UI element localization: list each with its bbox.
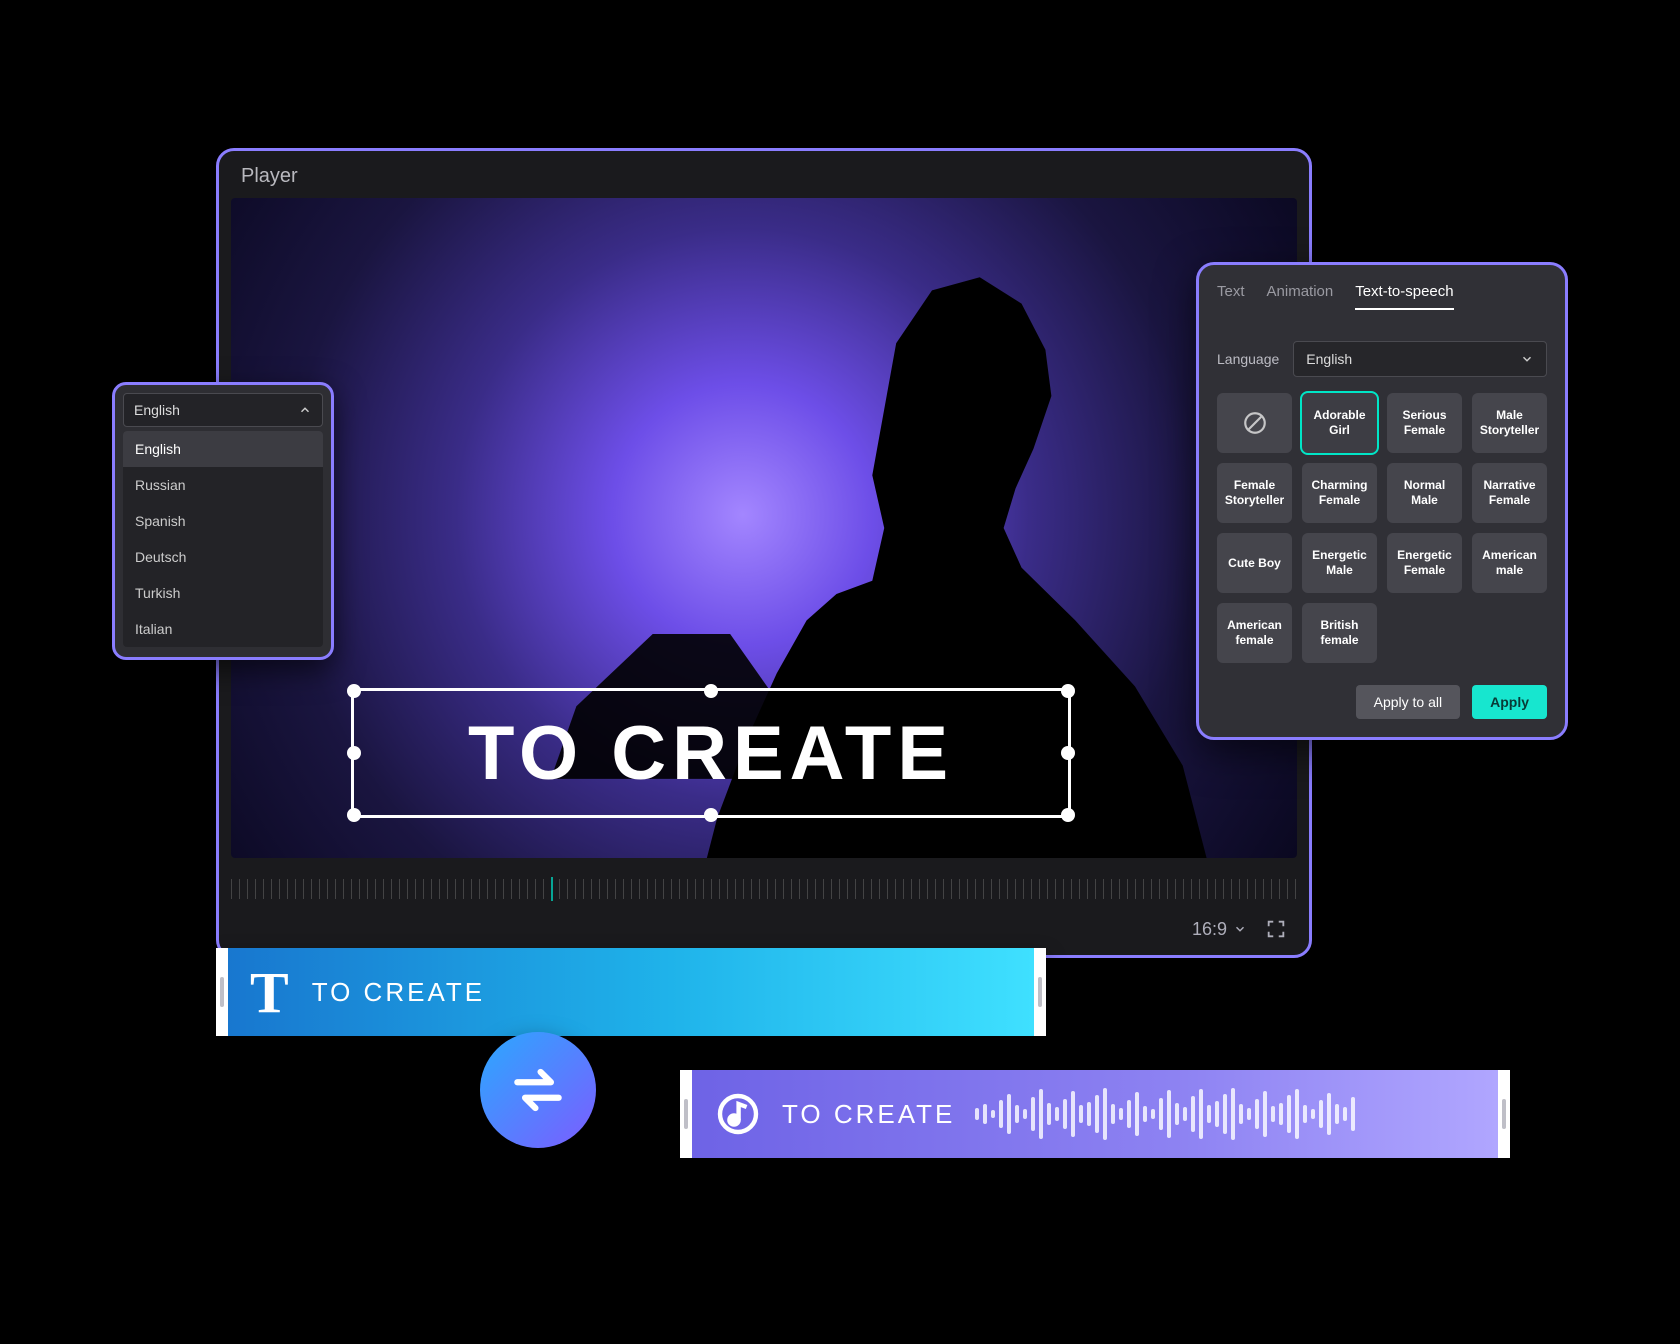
language-select-value: English [134, 402, 180, 418]
voice-female-storyteller[interactable]: Female Storyteller [1217, 463, 1292, 523]
audio-clip[interactable]: TO CREATE [680, 1070, 1510, 1158]
player-title: Player [219, 151, 1309, 198]
music-note-icon [714, 1090, 762, 1138]
language-option-turkish[interactable]: Turkish [123, 575, 323, 611]
voice-charming-female[interactable]: Charming Female [1302, 463, 1377, 523]
timeline-ruler[interactable] [231, 879, 1297, 899]
resize-handle-bl[interactable] [347, 808, 361, 822]
clip-grip-left[interactable] [216, 948, 228, 1036]
chevron-down-icon [1233, 922, 1247, 936]
language-select[interactable]: English [123, 393, 323, 427]
overlay-text: TO CREATE [354, 691, 1068, 815]
tts-tabs: Text Animation Text-to-speech [1217, 283, 1547, 323]
video-preview[interactable]: TO CREATE [231, 198, 1297, 858]
resize-handle-tl[interactable] [347, 684, 361, 698]
resize-handle-tm[interactable] [704, 684, 718, 698]
clip-grip-right[interactable] [1498, 1070, 1510, 1158]
language-option-italian[interactable]: Italian [123, 611, 323, 647]
resize-handle-rm[interactable] [1061, 746, 1075, 760]
waveform [975, 1087, 1476, 1141]
voice-energetic-female[interactable]: Energetic Female [1387, 533, 1462, 593]
voice-energetic-male[interactable]: Energetic Male [1302, 533, 1377, 593]
audio-clip-label: TO CREATE [782, 1099, 955, 1130]
voice-british-female[interactable]: British female [1302, 603, 1377, 663]
swap-badge[interactable] [480, 1032, 596, 1148]
player-window: Player TO CREATE 16:9 [216, 148, 1312, 958]
language-option-russian[interactable]: Russian [123, 467, 323, 503]
text-icon: T [250, 959, 292, 1026]
voice-male-storyteller[interactable]: Male Storyteller [1472, 393, 1547, 453]
voice-narrative-female[interactable]: Narrative Female [1472, 463, 1547, 523]
text-clip[interactable]: T TO CREATE [216, 948, 1046, 1036]
fullscreen-button[interactable] [1265, 918, 1287, 940]
resize-handle-lm[interactable] [347, 746, 361, 760]
voice-none[interactable] [1217, 393, 1292, 453]
tab-text[interactable]: Text [1217, 283, 1245, 310]
tts-panel: Text Animation Text-to-speech Language E… [1196, 262, 1568, 740]
fullscreen-icon [1265, 918, 1287, 940]
voice-cute-boy[interactable]: Cute Boy [1217, 533, 1292, 593]
none-icon [1242, 410, 1268, 436]
voice-serious-female[interactable]: Serious Female [1387, 393, 1462, 453]
apply-to-all-button[interactable]: Apply to all [1356, 685, 1460, 719]
playhead-marker[interactable] [551, 877, 553, 901]
resize-handle-tr[interactable] [1061, 684, 1075, 698]
tts-language-value: English [1306, 351, 1352, 367]
voice-american-female[interactable]: American female [1217, 603, 1292, 663]
tts-language-select[interactable]: English [1293, 341, 1547, 377]
aspect-ratio-select[interactable]: 16:9 [1192, 919, 1247, 940]
voice-american-male[interactable]: American male [1472, 533, 1547, 593]
language-option-spanish[interactable]: Spanish [123, 503, 323, 539]
tts-language-label: Language [1217, 351, 1279, 367]
voice-normal-male[interactable]: Normal Male [1387, 463, 1462, 523]
tab-animation[interactable]: Animation [1267, 283, 1334, 310]
voice-grid: Adorable Girl Serious Female Male Storyt… [1217, 393, 1547, 663]
text-clip-label: TO CREATE [312, 977, 485, 1008]
resize-handle-br[interactable] [1061, 808, 1075, 822]
clip-grip-left[interactable] [680, 1070, 692, 1158]
chevron-up-icon [298, 403, 312, 417]
resize-handle-bm[interactable] [704, 808, 718, 822]
voice-adorable-girl[interactable]: Adorable Girl [1302, 393, 1377, 453]
text-overlay-selection[interactable]: TO CREATE [351, 688, 1071, 818]
language-option-deutsch[interactable]: Deutsch [123, 539, 323, 575]
language-option-english[interactable]: English [123, 431, 323, 467]
language-dropdown-panel: English English Russian Spanish Deutsch … [112, 382, 334, 660]
chevron-down-icon [1520, 352, 1534, 366]
swap-icon [507, 1059, 569, 1121]
clip-grip-right[interactable] [1034, 948, 1046, 1036]
language-option-list: English Russian Spanish Deutsch Turkish … [123, 431, 323, 647]
aspect-ratio-value: 16:9 [1192, 919, 1227, 940]
apply-button[interactable]: Apply [1472, 685, 1547, 719]
tab-text-to-speech[interactable]: Text-to-speech [1355, 283, 1453, 310]
